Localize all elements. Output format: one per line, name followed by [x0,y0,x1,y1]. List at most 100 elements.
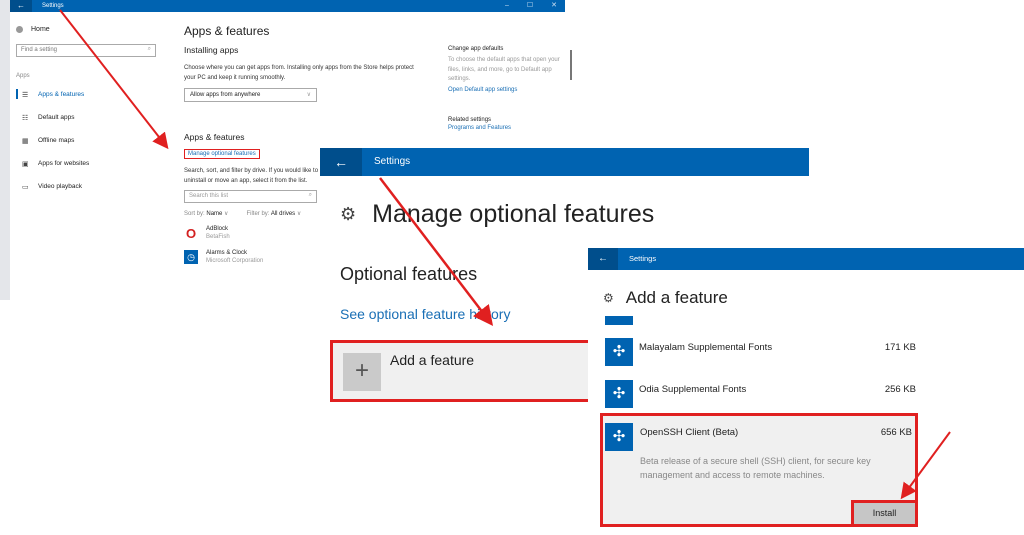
web-icon: ▣ [22,160,29,168]
puzzle-icon: ✣ [605,338,633,366]
add-feature-button[interactable]: + Add a feature [330,340,600,402]
search-icon: ⌕ [147,46,151,52]
back-button[interactable]: ← [10,0,32,12]
sidebar-nav: ☰ Apps & features ☷ Default apps ▦ Offli… [16,83,166,198]
search-icon: ⌕ [308,192,312,198]
manage-optional-features-link[interactable]: Manage optional features [184,149,260,159]
sidebar-item-video-playback[interactable]: ▭ Video playback [16,175,166,198]
install-source-value: Allow apps from anywhere [190,92,261,98]
close-button[interactable]: ✕ [551,0,557,12]
sidebar-item-label: Default apps [38,114,75,121]
filter-label: Filter by: [246,211,270,217]
search-help-text: Search, sort, and filter by drive. If yo… [184,168,319,184]
alarm-clock-icon: ◷ [184,250,198,264]
filter-value: All drives [270,211,296,217]
feature-size: 256 KB [884,384,916,395]
home-label: Home [31,25,50,33]
sidebar-item-label: Video playback [38,183,82,190]
app-publisher: BetaFish [206,234,230,240]
find-setting-placeholder: Find a setting [21,47,58,53]
filter-dropdown[interactable]: Filter by: All drives ∨ [246,210,301,217]
install-button[interactable]: Install [851,500,918,527]
page-header: ⚙ Manage optional features [340,200,654,229]
window-title: Settings [374,156,411,167]
search-list-input[interactable]: Search this list ⌕ [184,190,317,203]
feature-name: Malayalam Supplemental Fonts [639,342,773,353]
feature-name: OpenSSH Client (Beta) [640,427,739,438]
installing-heading: Installing apps [184,45,239,55]
feature-history-link[interactable]: See optional feature history [340,306,510,322]
adblock-icon: O [185,225,197,241]
sidebar-item-label: Apps for websites [38,160,90,167]
video-icon: ▭ [22,183,29,191]
sidebar-item-apps-for-websites[interactable]: ▣ Apps for websites [16,152,166,175]
arrow-left-icon: ← [334,154,348,170]
related-settings-heading: Related settings [448,116,492,123]
feature-description: Beta release of a secure shell (SSH) cli… [640,456,871,480]
back-button[interactable]: ← [320,148,362,176]
plus-icon: + [343,353,381,391]
app-name: AdBlock [206,226,229,232]
default-apps-icon: ☷ [22,114,29,122]
gear-icon: ⚙ [340,204,357,224]
open-default-app-settings-link[interactable]: Open Default app settings [448,87,566,93]
install-source-dropdown[interactable]: Allow apps from anywhere ∨ [184,88,317,102]
sidebar-item-default-apps[interactable]: ☷ Default apps [16,106,166,129]
app-publisher: Microsoft Corporation [206,258,264,264]
puzzle-icon: ✣ [605,380,633,408]
title-bar: ← Settings – ☐ ✕ [10,0,565,12]
sidebar-item-offline-maps[interactable]: ▦ Offline maps [16,129,166,152]
sidebar-home[interactable]: Home [16,22,166,36]
window-title: Settings [42,3,64,9]
page-title: Apps & features [184,24,270,38]
programs-features-link[interactable]: Programs and Features [448,125,566,131]
right-panel: Change app defaults To choose the defaul… [448,46,566,131]
section-heading: Optional features [340,264,478,284]
chevron-down-icon: ∨ [224,211,229,217]
chevron-down-icon: ∨ [296,211,302,217]
sort-value: Name [206,211,223,217]
sidebar: Home Find a setting ⌕ Apps ☰ Apps & feat… [16,22,166,198]
defaults-heading: Change app defaults [448,46,504,52]
page-title: Add a feature [625,288,728,307]
feature-list-item[interactable]: ✣ Odia Supplemental Fonts 256 KB [605,380,919,410]
gear-icon: ⚙ [603,291,614,305]
map-icon: ▦ [22,137,29,145]
page-header: ⚙ Add a feature [603,288,728,308]
scrollbar[interactable] [570,50,572,80]
title-bar: ← Settings [320,148,809,176]
sidebar-section-label: Apps [16,73,30,79]
list-icon: ☰ [22,91,29,99]
sidebar-item-label: Apps & features [38,91,85,98]
sort-dropdown[interactable]: Sort by: Name ∨ [184,210,228,217]
window-title: Settings [629,254,657,263]
installing-text: Choose where you can get apps from. Inst… [184,65,414,81]
maximize-button[interactable]: ☐ [527,0,533,12]
puzzle-icon: ✣ [605,423,633,451]
search-list-placeholder: Search this list [189,193,229,199]
puzzle-icon [605,316,633,325]
home-gear-icon [16,25,23,33]
sort-label: Sort by: [184,211,205,217]
feature-size: 171 KB [884,342,916,353]
arrow-left-icon: ← [598,253,608,264]
window-controls: – ☐ ✕ [505,0,557,12]
defaults-text: To choose the default apps that open you… [448,57,560,82]
minimize-button[interactable]: – [505,0,509,12]
app-name: Alarms & Clock [206,250,248,256]
arrow-left-icon: ← [17,1,25,10]
back-button[interactable]: ← [588,248,618,270]
add-feature-label: Add a feature [390,352,475,368]
feature-name: Odia Supplemental Fonts [639,384,747,395]
title-bar: ← Settings [588,248,1024,270]
feature-list-item-selected[interactable]: ✣ OpenSSH Client (Beta) 656 KB Beta rele… [600,413,918,527]
chevron-down-icon: ∨ [306,92,311,98]
sidebar-item-apps-features[interactable]: ☰ Apps & features [16,83,166,106]
feature-size: 656 KB [880,427,912,438]
sidebar-item-label: Offline maps [38,137,75,144]
apps-heading: Apps & features [184,132,245,142]
find-setting-input[interactable]: Find a setting ⌕ [16,44,156,57]
feature-list-item[interactable]: ✣ Malayalam Supplemental Fonts 171 KB [605,338,919,368]
add-feature-window: ← Settings ⚙ Add a feature ✣ Malayalam S… [588,248,1024,535]
page-title: Manage optional features [372,200,655,228]
